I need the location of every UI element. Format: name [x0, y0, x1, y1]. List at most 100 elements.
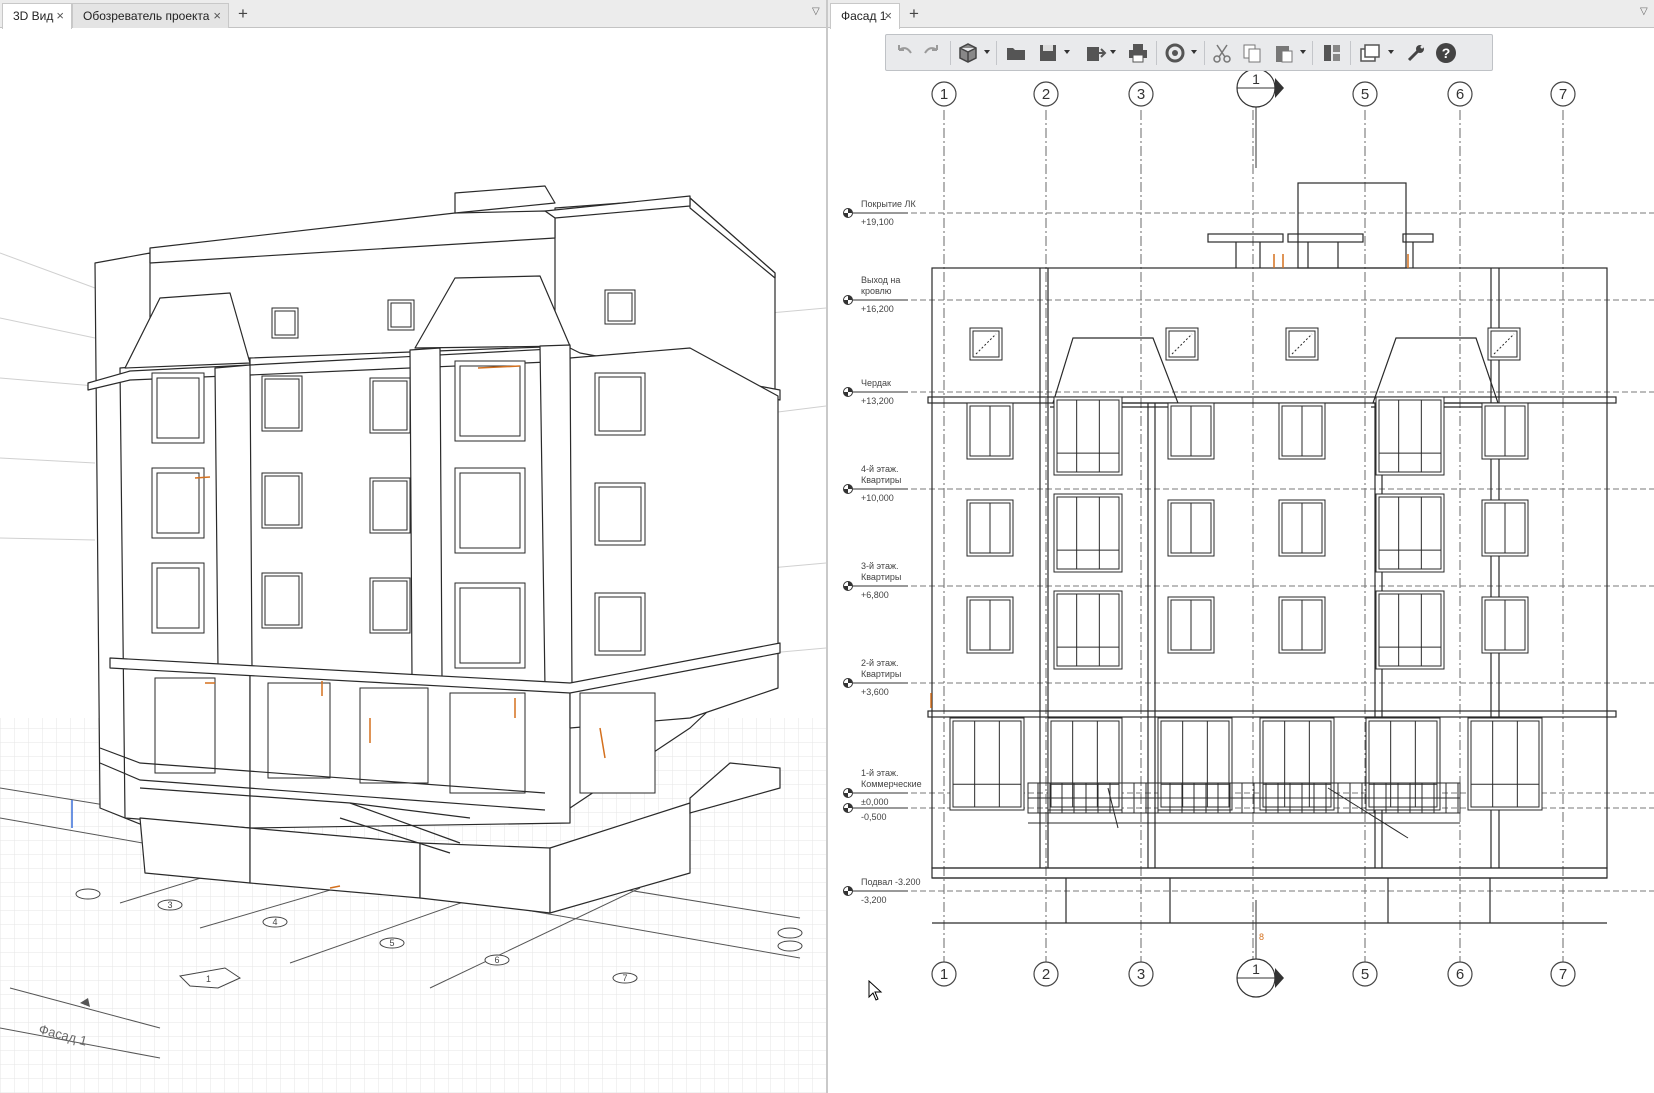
layout-icon[interactable]: [1320, 41, 1344, 65]
print-icon[interactable]: [1126, 41, 1150, 65]
redo-icon[interactable]: [920, 41, 944, 65]
window: [1278, 402, 1326, 460]
window: [1157, 717, 1233, 811]
section-marker-top[interactable]: 1: [1236, 68, 1284, 168]
window: [1167, 402, 1215, 460]
axis-label: 2: [1042, 86, 1050, 103]
chevron-down-icon[interactable]: [1064, 50, 1070, 54]
cut-icon[interactable]: [1210, 41, 1234, 65]
add-tab-icon[interactable]: +: [903, 3, 925, 27]
3d-view-icon[interactable]: [956, 41, 980, 65]
settings-icon[interactable]: [1404, 41, 1428, 65]
tab-list-dropdown-icon[interactable]: ▽: [1640, 6, 1648, 17]
window: [1481, 499, 1529, 557]
paste-icon[interactable]: [1272, 41, 1296, 65]
level-label: Квартиры: [861, 669, 901, 679]
tab-label: Фасад 1: [841, 9, 887, 23]
left-pane-3d-view: 3D Вид × Обозреватель проекта × + ▽ 3 4 …: [0, 0, 826, 1093]
axis-label: 5: [1361, 966, 1369, 983]
axis-label: 1: [940, 86, 948, 103]
tab-3d-view[interactable]: 3D Вид ×: [2, 3, 72, 29]
tab-project-browser[interactable]: Обозреватель проекта ×: [72, 3, 229, 28]
undo-icon[interactable]: [892, 41, 916, 65]
open-folder-icon[interactable]: [1004, 41, 1028, 65]
close-icon[interactable]: ×: [213, 4, 221, 28]
facade-drawing[interactable]: Покрытие ЛК +19,100 Выход накровлю +16,200 Ч…: [828, 28, 1654, 1093]
export-icon[interactable]: [1084, 41, 1108, 65]
chevron-down-icon[interactable]: [1110, 50, 1116, 54]
toolbar-separator: [996, 41, 997, 65]
chevron-down-icon[interactable]: [1300, 50, 1306, 54]
axis-label: 5: [1361, 86, 1369, 103]
window: [1481, 402, 1529, 460]
sync-icon[interactable]: [1163, 41, 1187, 65]
save-icon[interactable]: [1036, 41, 1060, 65]
axis-label: 3: [1137, 86, 1145, 103]
window: [1278, 499, 1326, 557]
help-icon[interactable]: ?: [1434, 41, 1458, 65]
level-label: +13,200: [861, 396, 894, 406]
level-label: Коммерческие: [861, 779, 922, 789]
axis-label-5: 5: [389, 938, 394, 948]
tab-label: 3D Вид: [13, 9, 54, 23]
level-label: -3,200: [861, 895, 887, 905]
level-label: -0,500: [861, 812, 887, 822]
window: [1481, 596, 1529, 654]
svg-text:?: ?: [1442, 45, 1451, 61]
floating-toolbar: ?: [885, 34, 1493, 71]
window: [1278, 596, 1326, 654]
axis-label: 7: [1559, 966, 1567, 983]
axis-label-7: 7: [622, 973, 627, 983]
axis-label: 2: [1042, 966, 1050, 983]
window: [1375, 590, 1445, 670]
window: [1375, 493, 1445, 573]
level-label: Чердак: [861, 378, 891, 388]
level-label: Покрытие ЛК: [861, 199, 916, 209]
facade-windows: [949, 327, 1543, 811]
window: [966, 596, 1014, 654]
window: [966, 402, 1014, 460]
add-tab-icon[interactable]: +: [232, 3, 254, 27]
right-pane-facade-view: Фасад 1 × + ▽ Покрытие ЛК +19,100 Выход …: [828, 0, 1654, 1093]
toolbar-separator: [1350, 41, 1351, 65]
axis-label: 1: [940, 966, 948, 983]
copy-icon[interactable]: [1240, 41, 1264, 65]
window: [949, 717, 1025, 811]
chevron-down-icon[interactable]: [984, 50, 990, 54]
window: [1165, 327, 1199, 361]
axis-label: 7: [1559, 86, 1567, 103]
window: [1375, 396, 1445, 476]
window: [1047, 717, 1123, 811]
chevron-down-icon[interactable]: [1388, 50, 1394, 54]
window: [1053, 493, 1123, 573]
left-tab-bar: 3D Вид × Обозреватель проекта × + ▽: [0, 0, 826, 29]
marker-b-label: 8: [1259, 932, 1264, 942]
section-marker-bottom[interactable]: 1: [1236, 900, 1284, 998]
tab-label: Обозреватель проекта: [83, 9, 210, 23]
chevron-down-icon[interactable]: [1191, 50, 1197, 54]
window: [1167, 596, 1215, 654]
tab-facade-1[interactable]: Фасад 1 ×: [830, 3, 900, 29]
window: [1487, 327, 1521, 361]
window: [1167, 499, 1215, 557]
close-icon[interactable]: ×: [56, 4, 64, 28]
toolbar-separator: [1204, 41, 1205, 65]
3d-viewport[interactable]: 3 4 5 6 7 1 Фасад 1: [0, 28, 826, 1093]
window-icon[interactable]: [1358, 41, 1382, 65]
tab-list-dropdown-icon[interactable]: ▽: [812, 6, 820, 17]
window: [1365, 717, 1441, 811]
axis-label-6: 6: [494, 955, 499, 965]
toolbar-separator: [950, 41, 951, 65]
window: [1285, 327, 1319, 361]
window: [966, 499, 1014, 557]
level-label: ±0,000: [861, 797, 888, 807]
close-icon[interactable]: ×: [884, 4, 892, 28]
axis-label-4: 4: [272, 917, 277, 927]
level-label: Подвал -3.200: [861, 877, 920, 887]
window: [1053, 396, 1123, 476]
level-label: 1-й этаж.: [861, 768, 898, 778]
toolbar-separator: [1312, 41, 1313, 65]
window: [1259, 717, 1335, 811]
section-marker-label: 1: [1252, 71, 1260, 87]
level-label: Квартиры: [861, 572, 901, 582]
